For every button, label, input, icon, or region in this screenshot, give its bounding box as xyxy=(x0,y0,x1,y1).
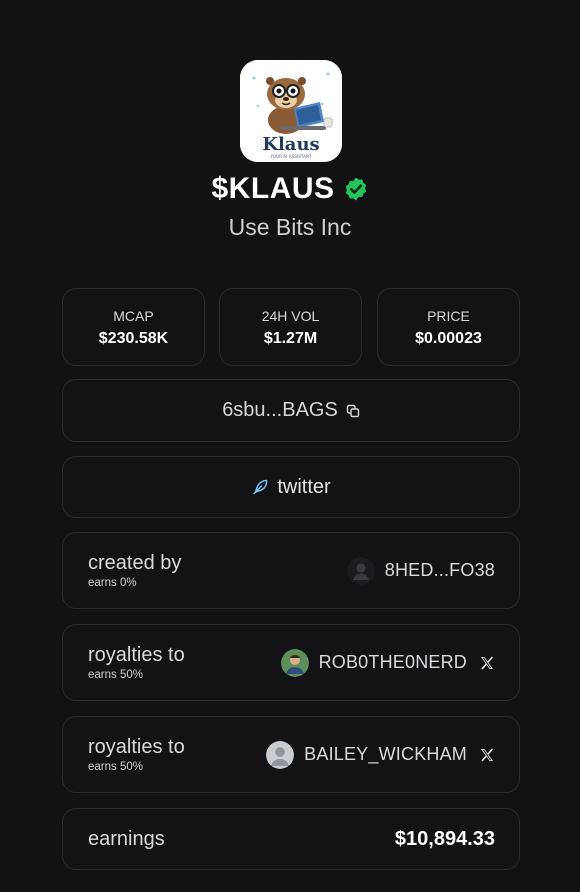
twitter-label: twitter xyxy=(277,475,331,498)
royalty-user-name: BAILEY_WICKHAM xyxy=(304,744,467,764)
feather-icon xyxy=(253,479,268,495)
copy-icon[interactable] xyxy=(346,404,360,418)
royalty-label: royalties to xyxy=(88,736,185,758)
earnings-value: $10,894.33 xyxy=(394,827,495,850)
creator-earns: earns 0% xyxy=(88,577,137,589)
stat-label: 24H VOL xyxy=(261,308,320,324)
royalty-row: royalties to earns 50% BAILEY_WICKHAM xyxy=(62,716,520,793)
token-page: Klaus YOUR AI ASSISTANT $KLAUS Use Bits … xyxy=(0,0,580,892)
verified-check-icon xyxy=(345,177,366,201)
earnings-row: earnings $10,894.33 xyxy=(62,808,520,870)
stat-value: $0.00023 xyxy=(415,330,482,347)
royalty-earns: earns 50% xyxy=(88,761,143,773)
user-avatar xyxy=(280,648,309,677)
royalty-earns: earns 50% xyxy=(88,669,143,681)
logo-subtext: YOUR AI ASSISTANT xyxy=(269,154,312,159)
stat-value: $1.27M xyxy=(263,330,318,347)
x-icon[interactable] xyxy=(479,655,495,671)
stat-label: MCAP xyxy=(113,308,154,324)
contract-address: 6sbu...BAGS xyxy=(222,399,338,421)
token-logo: Klaus YOUR AI ASSISTANT xyxy=(240,60,342,162)
stat-24h-volume: 24H VOL $1.27M xyxy=(219,288,362,366)
royalty-user-name: ROB0THE0NERD xyxy=(318,652,467,672)
otter-logo-image: Klaus YOUR AI ASSISTANT xyxy=(240,60,342,162)
royalty-profile-link[interactable]: ROB0THE0NERD xyxy=(280,648,495,677)
contract-address-button[interactable]: 6sbu...BAGS xyxy=(62,379,520,442)
creator-row: created by earns 0% 8HED...FO38 xyxy=(62,532,520,609)
stat-mcap: MCAP $230.58K xyxy=(62,288,205,366)
creator-address: 8HED...FO38 xyxy=(384,560,495,580)
user-avatar xyxy=(266,740,295,769)
x-icon[interactable] xyxy=(479,747,495,763)
stat-label: PRICE xyxy=(427,308,470,324)
token-ticker: $KLAUS xyxy=(211,172,335,205)
earnings-label: earnings xyxy=(88,828,165,850)
royalty-profile-link[interactable]: BAILEY_WICKHAM xyxy=(266,740,495,769)
twitter-link[interactable]: twitter xyxy=(62,456,520,518)
stat-price: PRICE $0.00023 xyxy=(377,288,520,366)
creator-profile-link[interactable]: 8HED...FO38 xyxy=(346,556,495,585)
creator-label: created by xyxy=(88,552,182,574)
company-name: Use Bits Inc xyxy=(228,214,352,240)
stats-row: MCAP $230.58K 24H VOL $1.27M PRICE $0.00… xyxy=(62,288,520,366)
default-avatar-icon xyxy=(346,556,375,585)
token-title-row: $KLAUS xyxy=(0,172,580,206)
royalty-row: royalties to earns 50% ROB0THE0NERD xyxy=(62,624,520,701)
stat-value: $230.58K xyxy=(98,330,169,347)
royalty-label: royalties to xyxy=(88,644,185,666)
logo-text: Klaus xyxy=(262,134,319,155)
